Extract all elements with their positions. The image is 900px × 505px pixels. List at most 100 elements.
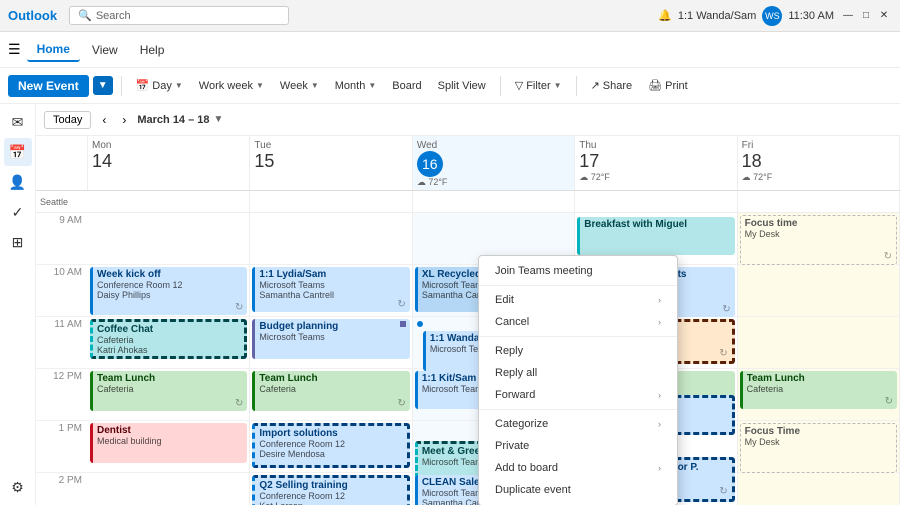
refresh-icon: ↻ (719, 348, 727, 359)
refresh-icon: ↻ (397, 398, 405, 409)
toolbar-separator3 (576, 76, 577, 96)
search-icon: 🔍 (78, 9, 92, 22)
sidebar-bottom: ⚙ (4, 473, 32, 501)
event-q2-selling[interactable]: Q2 Selling training Conference Room 12 K… (252, 475, 409, 505)
ctx-separator2 (479, 336, 677, 337)
outlook-logo: Outlook (8, 8, 57, 23)
refresh-icon: ↻ (235, 302, 243, 313)
day-header-thu: Thu 17 ☁ 72°F (575, 136, 737, 190)
refresh-icon: ↻ (884, 251, 892, 262)
event-team-lunch-mon[interactable]: Team Lunch Cafeteria ↻ (90, 371, 247, 411)
time-2pm: 2 PM (36, 473, 88, 505)
ctx-reply-all[interactable]: Reply all (479, 362, 677, 384)
month-button[interactable]: Month ▼ (329, 77, 383, 95)
friday-events: Focus time My Desk ↻ Team Lunch Cafeteri… (738, 213, 900, 505)
work-week-button[interactable]: Work week ▼ (193, 77, 270, 95)
tab-home[interactable]: Home (27, 38, 80, 62)
refresh-icon: ↻ (235, 398, 243, 409)
toolbar: New Event ▼ 📅 Day ▼ Work week ▼ Week ▼ M… (0, 68, 900, 104)
ctx-add-board[interactable]: Add to board › (479, 457, 677, 479)
sidebar-settings-icon[interactable]: ⚙ (4, 473, 32, 501)
day-view-button[interactable]: 📅 Day ▼ (130, 76, 189, 95)
event-import-solutions[interactable]: Import solutions Conference Room 12 Desi… (252, 423, 409, 468)
print-button[interactable]: 🖨 Print (642, 76, 694, 95)
tab-help[interactable]: Help (130, 39, 175, 61)
print-icon: 🖨 (648, 79, 662, 92)
share-icon: ↗ (591, 79, 600, 92)
seattle-tue (250, 191, 412, 213)
ctx-categorize-arrow: › (658, 419, 661, 429)
day-header-wed: Wed 16 ☁ 72°F (413, 136, 575, 190)
seattle-fri (738, 191, 900, 213)
close-button[interactable]: ✕ (876, 8, 892, 24)
week-nav: Today ‹ › March 14 – 18 ▼ (36, 104, 900, 136)
tab-view[interactable]: View (82, 39, 128, 61)
minimize-button[interactable]: — (840, 8, 856, 24)
maximize-button[interactable]: □ (858, 8, 874, 24)
week-title: March 14 – 18 ▼ (137, 114, 223, 126)
event-dentist[interactable]: Dentist Medical building (90, 423, 247, 463)
calendar-grid: 9 AM 10 AM 11 AM 12 PM 1 PM 2 PM 3 PM We… (36, 213, 900, 505)
ctx-addboard-arrow: › (658, 463, 661, 473)
ctx-private[interactable]: Private (479, 435, 677, 457)
refresh-icon: ↻ (719, 486, 727, 497)
hamburger-icon[interactable]: ☰ (8, 41, 21, 58)
day-header-tue: Tue 15 (250, 136, 412, 190)
event-team-lunch-tue[interactable]: Team Lunch Cafeteria ↻ (252, 371, 409, 411)
ctx-reply[interactable]: Reply (479, 340, 677, 362)
top-bar: Outlook 🔍 Search 🔔 1:1 Wanda/Sam WS 11:3… (0, 0, 900, 32)
search-bar[interactable]: 🔍 Search (69, 6, 289, 25)
tuesday-events: 1:1 Lydia/Sam Microsoft Teams Samantha C… (250, 213, 412, 505)
day-headers: Mon 14 Tue 15 Wed 16 ☁ 72°F Thu 17 ☁ 72°… (36, 136, 900, 191)
new-event-dropdown[interactable]: ▼ (93, 76, 113, 95)
seattle-wed (413, 191, 575, 213)
filter-icon: ▽ (515, 79, 523, 92)
event-breakfast-miguel[interactable]: Breakfast with Miguel (577, 217, 734, 255)
toolbar-separator (121, 76, 122, 96)
week-title-dropdown[interactable]: ▼ (214, 114, 224, 125)
ctx-cancel-arrow: › (658, 317, 661, 327)
filter-button[interactable]: ▽ Filter ▼ (509, 76, 568, 95)
main-layout: ✉ 📅 👤 ✓ ⊞ ⚙ Today ‹ › March 14 – 18 ▼ Mo… (0, 104, 900, 505)
ctx-separator (479, 285, 677, 286)
event-dot (417, 321, 423, 327)
refresh-icon: ↻ (885, 396, 893, 407)
ctx-cancel[interactable]: Cancel › (479, 311, 677, 333)
time-labels: 9 AM 10 AM 11 AM 12 PM 1 PM 2 PM 3 PM (36, 213, 88, 505)
user-avatar[interactable]: WS (762, 6, 782, 26)
today-button[interactable]: Today (44, 111, 91, 129)
week-button[interactable]: Week ▼ (274, 77, 325, 95)
event-budget-planning[interactable]: Budget planning Microsoft Teams (252, 319, 409, 359)
event-11-lydia-sam[interactable]: 1:1 Lydia/Sam Microsoft Teams Samantha C… (252, 267, 409, 312)
sidebar-apps-icon[interactable]: ⊞ (4, 228, 32, 256)
event-focus-time-9[interactable]: Focus time My Desk ↻ (740, 215, 897, 265)
day-icon: 📅 (136, 79, 150, 92)
day-header-fri: Fri 18 ☁ 72°F (738, 136, 900, 190)
new-event-button[interactable]: New Event (8, 75, 89, 97)
ctx-categorize[interactable]: Categorize › (479, 413, 677, 435)
event-coffee-chat[interactable]: Coffee Chat Cafeteria Katri Ahokas (90, 319, 247, 359)
ctx-edit[interactable]: Edit › (479, 289, 677, 311)
next-week-button[interactable]: › (117, 111, 131, 129)
sidebar-calendar-icon[interactable]: 📅 (4, 138, 32, 166)
time-11am: 11 AM (36, 317, 88, 369)
event-focus-time-1[interactable]: Focus Time My Desk (740, 423, 897, 473)
ctx-forward[interactable]: Forward › (479, 384, 677, 406)
split-view-button[interactable]: Split View (432, 77, 492, 95)
event-week-kickoff[interactable]: Week kick off Conference Room 12 Daisy P… (90, 267, 247, 315)
ctx-join-teams[interactable]: Join Teams meeting (479, 260, 677, 282)
sidebar-tasks-icon[interactable]: ✓ (4, 198, 32, 226)
event-team-lunch-fri[interactable]: Team Lunch Cafeteria ↻ (740, 371, 897, 409)
time-9am: 9 AM (36, 213, 88, 265)
board-button[interactable]: Board (386, 77, 427, 95)
sidebar-mail-icon[interactable]: ✉ (4, 108, 32, 136)
teams-dot (400, 321, 406, 327)
ctx-duplicate[interactable]: Duplicate event (479, 479, 677, 501)
sidebar-people-icon[interactable]: 👤 (4, 168, 32, 196)
seattle-label: Seattle (36, 197, 88, 207)
notification-icon[interactable]: 🔔 (658, 9, 672, 22)
time-label: 11:30 AM (788, 10, 834, 22)
share-button[interactable]: ↗ Share (585, 76, 639, 95)
prev-week-button[interactable]: ‹ (97, 111, 111, 129)
sidebar-icons: ✉ 📅 👤 ✓ ⊞ ⚙ (0, 104, 36, 505)
